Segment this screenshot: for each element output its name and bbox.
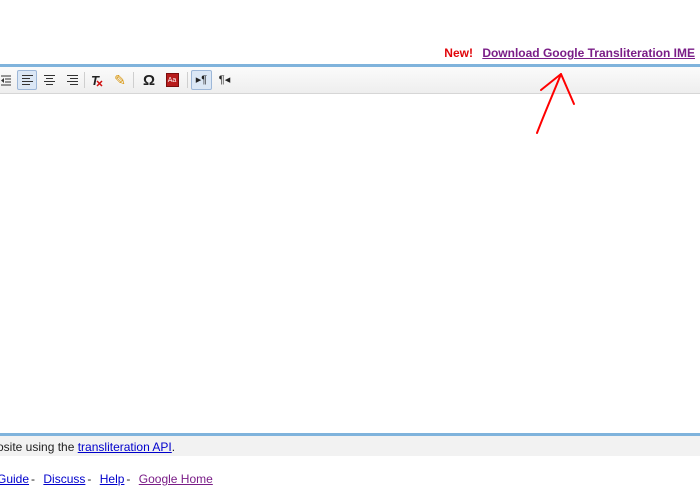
transliteration-page: New! Download Google Transliteration IME — [0, 0, 700, 494]
toolbar-separator — [187, 72, 188, 88]
footer-separator: - — [87, 472, 92, 486]
footer-link-google-home[interactable]: Google Home — [139, 472, 213, 486]
footer-link-help[interactable]: Help — [100, 472, 125, 486]
align-left-icon[interactable] — [17, 70, 37, 90]
ltr-pilcrow-icon[interactable]: ▸¶ — [191, 70, 212, 90]
rtl-pilcrow-icon[interactable]: ¶◂ — [214, 70, 235, 90]
remove-format-icon[interactable]: T — [87, 70, 107, 90]
toolbar-separator — [84, 72, 85, 88]
editor-toolbar: T ✎ Ω Aa ▸¶ ¶◂ — [0, 67, 700, 94]
footer-links: Guide - Discuss - Help - Google Home — [0, 471, 213, 487]
toolbar-separator — [133, 72, 134, 88]
api-info-suffix: . — [171, 440, 176, 454]
omega-glyph: Ω — [142, 71, 156, 89]
faded-header-text — [120, 6, 460, 28]
rtl-glyph: ¶◂ — [218, 73, 231, 86]
dictionary-glyph: Aa — [167, 77, 177, 84]
outdent-icon[interactable] — [0, 70, 16, 90]
editor-text-area[interactable] — [0, 94, 700, 433]
footer-link-discuss[interactable]: Discuss — [43, 472, 85, 486]
api-info-prefix: osite using the — [0, 440, 78, 454]
footer-separator: - — [126, 472, 131, 486]
footer-separator: - — [31, 472, 36, 486]
omega-icon[interactable]: Ω — [139, 70, 159, 90]
pencil-glyph: ✎ — [114, 71, 126, 88]
download-promo: New! Download Google Transliteration IME — [444, 45, 695, 61]
api-info-text: osite using the transliteration API. — [0, 439, 175, 455]
ltr-glyph: ▸¶ — [195, 73, 208, 86]
transliteration-api-link[interactable]: transliteration API — [78, 440, 172, 454]
pencil-icon[interactable]: ✎ — [110, 70, 130, 90]
align-center-icon[interactable] — [39, 70, 59, 90]
align-right-icon[interactable] — [62, 70, 82, 90]
download-ime-link[interactable]: Download Google Transliteration IME — [482, 46, 695, 60]
dictionary-icon[interactable]: Aa — [162, 70, 182, 90]
new-label: New! — [444, 46, 473, 60]
editor-frame: T ✎ Ω Aa ▸¶ ¶◂ — [0, 64, 700, 436]
footer-link-guide[interactable]: Guide — [0, 472, 29, 486]
